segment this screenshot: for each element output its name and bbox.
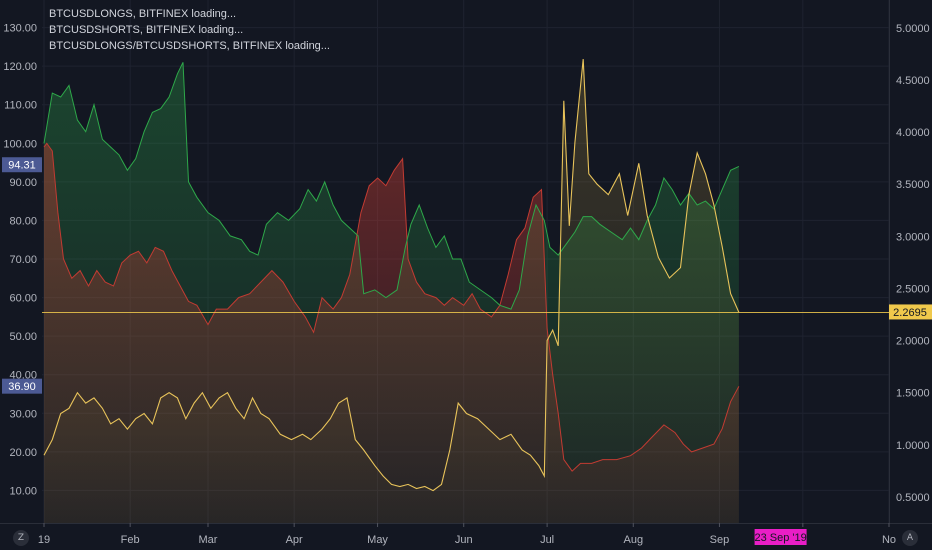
right-tick-label: 2.0000 (896, 336, 930, 348)
left-tick-label: 130.00 (3, 23, 37, 35)
x-tick-label: May (367, 534, 388, 546)
ratio-value-badge: 2.2695 (889, 304, 932, 320)
svg-text:94.31: 94.31 (8, 160, 36, 172)
left-tick-label: 10.00 (9, 485, 37, 497)
x-tick-label: No (882, 534, 896, 546)
svg-text:2.2695: 2.2695 (893, 307, 927, 319)
right-tick-label: 1.0000 (896, 440, 930, 452)
left-axis[interactable]: 130.00 120.00 110.00 100.00 90.00 80.00 70.00 6… (3, 23, 37, 498)
zoom-button[interactable]: Z (13, 530, 29, 546)
left-tick-label: 50.00 (9, 331, 37, 343)
right-tick-label: 4.0000 (896, 127, 930, 139)
x-tick-label: Mar (199, 534, 218, 546)
right-tick-label: 4.5000 (896, 75, 930, 87)
right-tick-label: 0.5000 (896, 492, 930, 504)
left-tick-label: 80.00 (9, 215, 37, 227)
shorts-last-value-badge: 36.90 (2, 378, 42, 394)
svg-text:23 Sep '19: 23 Sep '19 (754, 532, 806, 544)
legend-ratio[interactable]: BTCUSDLONGS/BTCUSDSHORTS, BITFINEX loadi… (49, 38, 330, 54)
right-tick-label: 2.5000 (896, 283, 930, 295)
legend-longs[interactable]: BTCUSDLONGS, BITFINEX loading... (49, 6, 330, 22)
x-tick-label: Apr (286, 534, 303, 546)
left-tick-label: 60.00 (9, 293, 37, 305)
x-tick-label: Aug (623, 534, 643, 546)
left-tick-label: 100.00 (3, 138, 37, 150)
longs-last-value-badge: 94.31 (2, 157, 42, 173)
crosshair-date-badge: 23 Sep '19 (754, 529, 807, 545)
chart-canvas[interactable]: 130.00 120.00 110.00 100.00 90.00 80.00 70.00 6… (0, 0, 932, 550)
x-tick-label: Feb (121, 534, 140, 546)
svg-text:36.90: 36.90 (8, 381, 36, 393)
left-tick-label: 120.00 (3, 61, 37, 73)
right-tick-label: 3.5000 (896, 179, 930, 191)
right-tick-label: 3.0000 (896, 231, 930, 243)
right-tick-label: 5.0000 (896, 23, 930, 35)
auto-scale-button[interactable]: A (902, 530, 918, 546)
left-tick-label: 110.00 (4, 100, 37, 112)
right-axis[interactable]: 5.0000 4.5000 4.0000 3.5000 3.0000 2.5000 2.00… (896, 23, 930, 504)
left-tick-label: 20.00 (9, 447, 37, 459)
left-tick-label: 30.00 (9, 408, 37, 420)
left-tick-label: 70.00 (9, 254, 37, 266)
legend-shorts[interactable]: BTCUSDSHORTS, BITFINEX loading... (49, 22, 330, 38)
x-tick-label: 19 (38, 534, 50, 546)
left-tick-label: 90.00 (9, 177, 37, 189)
x-tick-label: Jul (540, 534, 554, 546)
x-tick-label: Sep (710, 534, 730, 546)
plot-area (42, 59, 889, 523)
right-tick-label: 1.5000 (896, 388, 930, 400)
x-tick-label: Jun (455, 534, 473, 546)
series-legend: BTCUSDLONGS, BITFINEX loading... BTCUSDS… (49, 6, 330, 54)
